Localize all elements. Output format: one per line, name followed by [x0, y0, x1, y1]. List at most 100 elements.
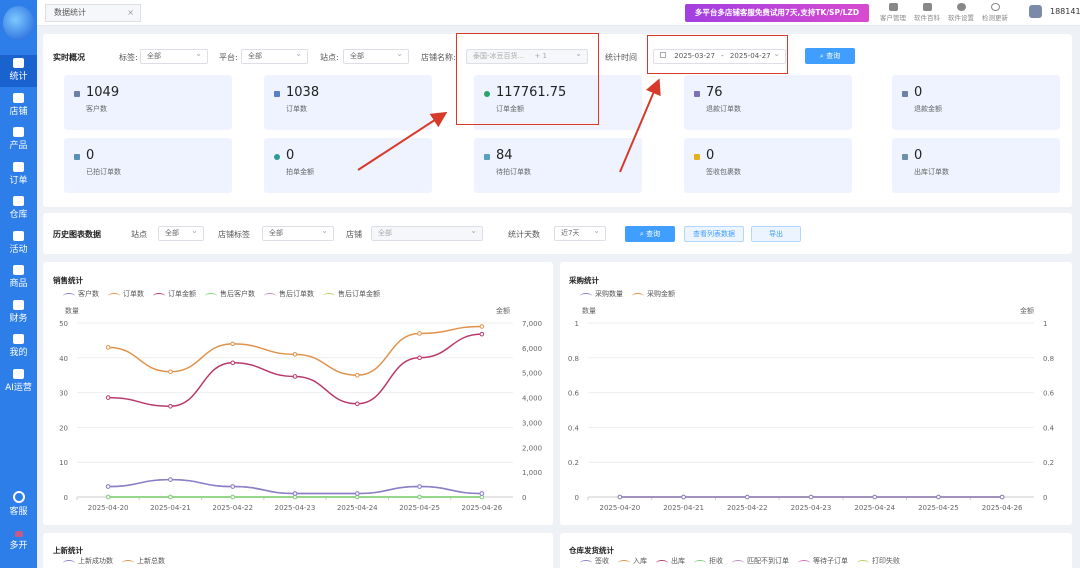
y-tick-left: 0.6 — [568, 390, 580, 398]
history-site-select[interactable]: 全部 — [158, 224, 204, 241]
data-point — [744, 494, 750, 500]
data-point — [354, 372, 360, 378]
x-tick-label: 2025-04-21 — [150, 504, 191, 512]
days-label: 统计天数 — [508, 230, 540, 239]
data-point — [808, 494, 814, 500]
x-tick-label: 2025-04-20 — [88, 504, 129, 512]
view-list-button[interactable]: 查看列表数据 — [684, 226, 744, 242]
y-axis-label-left: 数量 — [65, 306, 79, 315]
history-query-button[interactable]: ⌕ 查询 — [625, 226, 675, 242]
warehouse-panel: 仓库发货统计 签收 入库 出库 拒收 匹配不到订单 等待子订单 打印失败 — [560, 533, 1072, 568]
history-site-label: 站点 — [131, 230, 147, 239]
data-point — [230, 494, 236, 500]
legend-line-icon — [580, 560, 592, 566]
data-point — [230, 341, 236, 347]
purchase-chart-panel: 采购统计 采购数量 采购金额 0 0.2 0.4 0.6 0.8 1 0 0.2 0.4 0.6 0.… — [560, 262, 1072, 525]
history-title: 历史图表数据 — [53, 230, 101, 239]
data-point — [417, 355, 422, 361]
history-store-select[interactable]: 全部 — [371, 224, 483, 241]
x-tick-label: 2025-04-26 — [462, 504, 503, 512]
x-tick-label: 2025-04-20 — [600, 504, 641, 512]
legend-line-icon — [732, 560, 744, 566]
y-tick-right: 6,000 — [522, 345, 542, 353]
purchase-line-chart: 0 0.2 0.4 0.6 0.8 1 0 0.2 0.4 0.6 0.8 1 2025-04-20 20… — [568, 306, 1055, 512]
data-point — [230, 484, 236, 489]
series-line — [108, 333, 482, 408]
y-tick-left: 30 — [59, 390, 68, 398]
y-tick-left: 0.8 — [568, 355, 579, 363]
y-axis-label-right: 金额 — [496, 306, 510, 315]
x-tick-label: 2025-04-25 — [918, 504, 959, 512]
legend-item[interactable]: 入库 — [618, 556, 647, 566]
x-tick-label: 2025-04-25 — [399, 504, 440, 512]
y-tick-right: 4,000 — [522, 395, 542, 403]
y-tick-right: 0.2 — [1043, 459, 1054, 467]
data-point — [354, 401, 360, 407]
series-line — [108, 325, 482, 376]
data-point — [168, 494, 173, 500]
legend-line-icon — [618, 560, 630, 566]
y-tick-left: 40 — [59, 355, 68, 363]
legend-line-icon — [798, 560, 810, 566]
y-tick-right: 0 — [1043, 494, 1047, 502]
data-point — [479, 324, 485, 329]
data-point — [417, 494, 422, 500]
data-point — [936, 494, 941, 500]
data-point — [354, 491, 360, 496]
warehouse-title: 仓库发货统计 — [569, 546, 614, 555]
history-tag-label: 店铺标签 — [218, 230, 250, 239]
history-tag-select[interactable]: 全部 — [262, 224, 334, 241]
y-tick-right: 0.8 — [1043, 355, 1054, 363]
legend-line-icon — [63, 560, 75, 566]
data-point — [417, 331, 422, 336]
data-point — [681, 494, 686, 500]
data-point — [479, 331, 485, 337]
new-listing-title: 上新统计 — [53, 546, 83, 555]
new-listing-legend: 上新成功数 上新总数 — [63, 556, 174, 566]
x-tick-label: 2025-04-22 — [727, 504, 768, 512]
data-point — [872, 494, 878, 500]
y-tick-left: 0.4 — [568, 424, 580, 432]
y-tick-right: 1 — [1043, 320, 1047, 328]
y-tick-left: 1 — [575, 320, 579, 328]
x-tick-label: 2025-04-24 — [337, 504, 378, 512]
y-tick-right: 0 — [522, 494, 526, 502]
days-select[interactable]: 近7天 — [554, 224, 606, 241]
x-tick-label: 2025-04-24 — [854, 504, 895, 512]
y-tick-right: 1,000 — [522, 469, 542, 477]
new-listing-panel: 上新统计 上新成功数 上新总数 — [43, 533, 553, 568]
y-axis-label-right: 金额 — [1020, 306, 1034, 315]
data-point — [999, 494, 1005, 500]
legend-item[interactable]: 签收 — [580, 556, 609, 566]
legend-item[interactable]: 匹配不到订单 — [732, 556, 789, 566]
legend-item[interactable]: 出库 — [656, 556, 685, 566]
legend-item[interactable]: 上新总数 — [122, 556, 165, 566]
y-tick-right: 7,000 — [522, 320, 542, 328]
x-tick-label: 2025-04-23 — [275, 504, 316, 512]
legend-line-icon — [857, 560, 869, 566]
data-point — [417, 484, 422, 489]
y-tick-left: 0 — [64, 494, 68, 502]
legend-item[interactable]: 等待子订单 — [798, 556, 848, 566]
y-tick-right: 2,000 — [522, 444, 542, 452]
y-tick-left: 10 — [59, 459, 68, 467]
data-point — [168, 477, 173, 482]
legend-item[interactable]: 拒收 — [694, 556, 723, 566]
data-point — [617, 494, 623, 500]
data-point — [168, 403, 173, 409]
y-tick-right: 0.4 — [1043, 424, 1055, 432]
legend-item[interactable]: 上新成功数 — [63, 556, 113, 566]
data-point — [230, 360, 236, 366]
y-tick-left: 50 — [59, 320, 68, 328]
legend-item[interactable]: 打印失败 — [857, 556, 900, 566]
data-point — [479, 491, 485, 496]
x-tick-label: 2025-04-21 — [663, 504, 704, 512]
x-tick-label: 2025-04-23 — [791, 504, 832, 512]
y-tick-left: 0 — [575, 494, 579, 502]
export-button[interactable]: 导出 — [751, 226, 801, 242]
y-tick-left: 20 — [59, 424, 68, 432]
history-filter-panel: 历史图表数据 站点 全部 店铺标签 全部 店铺 全部 统计天数 近7天 ⌕ 查询… — [43, 213, 1072, 254]
y-tick-right: 0.6 — [1043, 390, 1055, 398]
sales-line-chart: 0 10 20 30 40 50 0 1,000 2,000 3,000 4,000 5,000 6,0… — [59, 306, 542, 512]
y-tick-left: 0.2 — [568, 459, 579, 467]
